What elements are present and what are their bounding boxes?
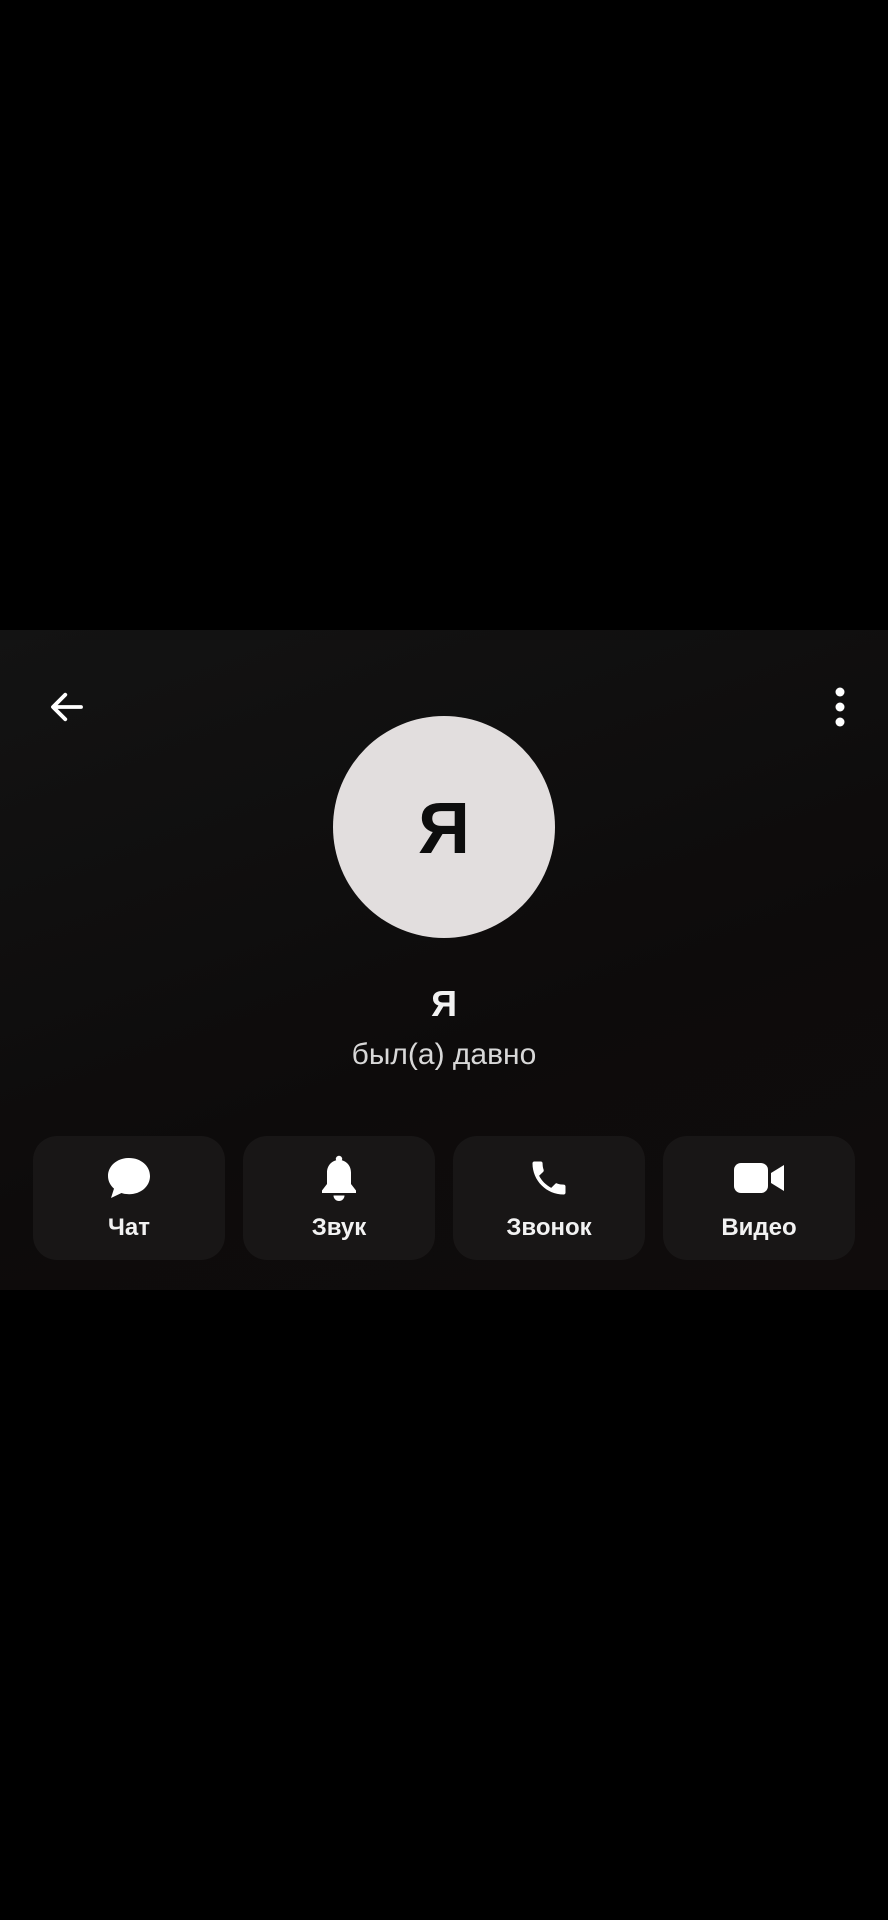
arrow-left-icon: [51, 692, 83, 722]
phone-icon: [532, 1161, 566, 1195]
sound-button-label: Звук: [311, 1214, 367, 1241]
call-button[interactable]: Звонок: [453, 1136, 645, 1260]
avatar-initial: Я: [418, 789, 470, 869]
chat-button-label: Чат: [108, 1214, 150, 1241]
bell-icon: [322, 1155, 356, 1201]
back-button[interactable]: [38, 678, 96, 736]
video-camera-icon: [734, 1163, 784, 1193]
profile-name: Я: [431, 983, 457, 1024]
last-seen-status: был(а) давно: [351, 1038, 537, 1071]
video-button-label: Видео: [721, 1214, 797, 1241]
more-vertical-icon: [835, 687, 845, 727]
chat-button[interactable]: Чат: [33, 1136, 225, 1260]
more-options-button[interactable]: [820, 678, 860, 736]
profile-card: Я Я был(а) давно Чат Звук Звонок Видео: [0, 630, 888, 1290]
sound-button[interactable]: Звук: [243, 1136, 435, 1260]
chat-bubble-icon: [108, 1158, 150, 1198]
avatar[interactable]: Я: [333, 716, 555, 938]
video-button[interactable]: Видео: [663, 1136, 855, 1260]
call-button-label: Звонок: [506, 1214, 592, 1241]
action-buttons: Чат Звук Звонок Видео: [33, 1136, 855, 1260]
